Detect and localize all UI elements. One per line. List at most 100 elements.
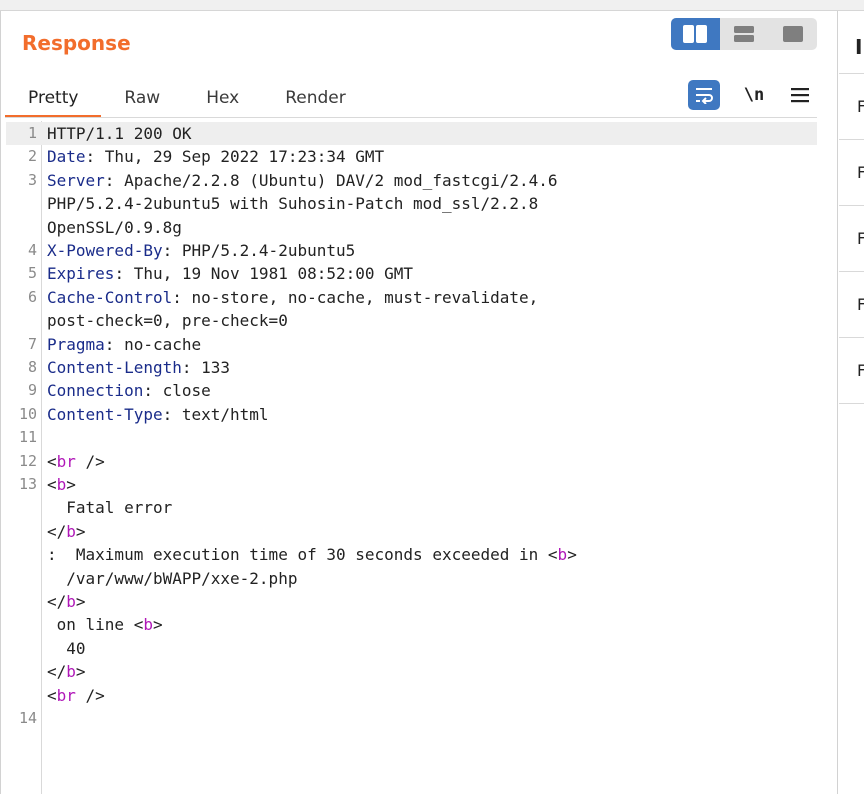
tab-render[interactable]: Render xyxy=(262,84,369,115)
header-value: : 133 xyxy=(181,358,231,377)
side-panel-title: I xyxy=(855,35,863,59)
code-line: 1 HTTP/1.1 200 OK xyxy=(6,122,817,146)
line-number: 10 xyxy=(18,404,37,423)
code-line: OpenSSL/0.9.8g xyxy=(6,216,817,239)
tag-name: b xyxy=(66,592,76,611)
header-name: Connection xyxy=(47,381,144,401)
code-line: : Maximum execution time of 30 seconds e… xyxy=(6,543,817,566)
header-name: Content-Type xyxy=(47,404,163,424)
code-line: /var/www/bWAPP/xxe-2.php xyxy=(6,567,817,590)
header-name: Cache-Control xyxy=(47,287,173,307)
code-line: 40 xyxy=(6,637,817,660)
code-text: <br /> xyxy=(47,451,105,471)
view-tabs: Pretty Raw Hex Render xyxy=(5,84,369,118)
code-line: 11 xyxy=(6,426,817,449)
code-text: Cache-Control: no-store, no-cache, must-… xyxy=(47,286,538,309)
header-value: : no-cache xyxy=(104,334,202,354)
wrap-lines-icon xyxy=(696,88,713,104)
code-text: Expires: Thu, 19 Nov 1981 08:52:00 GMT xyxy=(47,262,413,285)
side-panel-row[interactable]: F xyxy=(839,140,864,206)
code-line: 9 Connection: close xyxy=(6,379,817,402)
layout-split-vertical-icon xyxy=(683,25,708,43)
tab-hex[interactable]: Hex xyxy=(183,84,262,115)
tag-name: b xyxy=(66,662,76,682)
code-line: on line <b> xyxy=(6,613,817,636)
side-panel-row[interactable]: F xyxy=(839,272,864,338)
line-number: 14 xyxy=(18,709,37,727)
code-text: <br /> xyxy=(47,685,105,705)
header-value: : no-store, no-cache, must-revalidate, xyxy=(172,287,539,307)
layout-split-horizontal-icon xyxy=(734,26,754,42)
layout-single-button[interactable] xyxy=(768,18,817,50)
code-line: Fatal error xyxy=(6,496,817,519)
line-number: 9 xyxy=(27,381,37,400)
code-line: 3 Server: Apache/2.2.8 (Ubuntu) DAV/2 mod… xyxy=(6,169,817,192)
header-name: Expires xyxy=(47,264,115,284)
line-number: 13 xyxy=(18,475,37,493)
code-text: HTTP/1.1 200 OK xyxy=(47,124,192,143)
tag-name: br xyxy=(56,685,76,705)
wrap-lines-button[interactable] xyxy=(688,80,720,110)
code-text: : Maximum execution time of 30 seconds e… xyxy=(47,545,577,565)
options-menu-button[interactable] xyxy=(786,80,814,110)
header-name: Date xyxy=(47,147,86,167)
window-top-strip xyxy=(0,0,864,11)
code-line: 14 xyxy=(6,707,817,730)
code-text: PHP/5.2.4-2ubuntu5 with Suhosin-Patch mo… xyxy=(47,194,539,214)
header-name: Content-Length xyxy=(47,358,182,377)
side-panel-row[interactable]: F xyxy=(839,74,864,140)
tab-pretty[interactable]: Pretty xyxy=(5,84,102,118)
line-number: 1 xyxy=(27,124,37,142)
code-line: 6 Cache-Control: no-store, no-cache, must… xyxy=(6,286,817,309)
code-text: </b> xyxy=(47,592,86,611)
code-text: Server: Apache/2.2.8 (Ubuntu) DAV/2 mod_… xyxy=(47,169,558,192)
code-line: </b> xyxy=(6,520,817,543)
header-value: : close xyxy=(143,381,211,401)
code-line: 12 <br /> xyxy=(6,450,817,473)
code-text: 40 xyxy=(47,638,86,658)
code-line: 4 X-Powered-By: PHP/5.2.4-2ubuntu5 xyxy=(6,239,817,262)
code-line: post-check=0, pre-check=0 xyxy=(6,309,817,332)
line-number: 3 xyxy=(27,170,37,189)
side-panel-row[interactable]: F xyxy=(839,338,864,404)
code-text: Content-Type: text/html xyxy=(47,403,269,426)
code-line: 13 <b> xyxy=(6,473,817,496)
code-text: /var/www/bWAPP/xxe-2.php xyxy=(47,568,298,588)
code-line: </b> xyxy=(6,660,817,683)
tag-name: br xyxy=(56,451,76,471)
code-text: Fatal error xyxy=(47,498,173,518)
header-value: : Apache/2.2.8 (Ubuntu) DAV/2 mod_fastcg… xyxy=(104,170,558,190)
code-text: Content-Length: 133 xyxy=(47,356,230,379)
layout-toggle-group xyxy=(671,18,817,50)
code-line: 2 Date: Thu, 29 Sep 2022 17:23:34 GMT xyxy=(6,145,817,168)
tag-name: b xyxy=(66,521,76,541)
inspector-side-panel: I F F F F F xyxy=(837,11,864,794)
layout-single-icon xyxy=(782,26,803,42)
code-text: </b> xyxy=(47,521,86,541)
line-number: 11 xyxy=(18,428,37,447)
tabs-divider xyxy=(5,117,817,118)
code-line: 8 Content-Length: 133 xyxy=(6,356,817,379)
line-number: 6 xyxy=(27,287,37,306)
code-text: OpenSSL/0.9.8g xyxy=(47,217,182,237)
code-line: PHP/5.2.4-2ubuntu5 with Suhosin-Patch mo… xyxy=(6,192,817,215)
code-text: post-check=0, pre-check=0 xyxy=(47,311,288,331)
code-text: </b> xyxy=(47,662,86,682)
code-line: </b> xyxy=(6,590,817,613)
header-name: Pragma xyxy=(47,334,105,354)
layout-split-vertical-button[interactable] xyxy=(671,18,720,50)
line-number: 4 xyxy=(27,241,37,259)
response-editor[interactable]: 1 HTTP/1.1 200 OK 2 Date: Thu, 29 Sep 2022 … xyxy=(6,121,817,794)
header-value: : Thu, 29 Sep 2022 17:23:34 GMT xyxy=(85,147,385,167)
tag-name: b xyxy=(56,475,67,494)
layout-split-horizontal-button[interactable] xyxy=(720,18,769,50)
hamburger-menu-icon xyxy=(791,88,809,103)
side-panel-row[interactable]: F xyxy=(839,206,864,272)
header-name: X-Powered-By xyxy=(47,241,163,260)
tag-name: b xyxy=(557,545,568,565)
tab-raw[interactable]: Raw xyxy=(101,84,183,115)
code-text: on line <b> xyxy=(47,615,163,635)
code-text: Connection: close xyxy=(47,379,211,402)
header-value: : Thu, 19 Nov 1981 08:52:00 GMT xyxy=(114,264,414,284)
show-newlines-button[interactable]: \n xyxy=(740,80,768,110)
